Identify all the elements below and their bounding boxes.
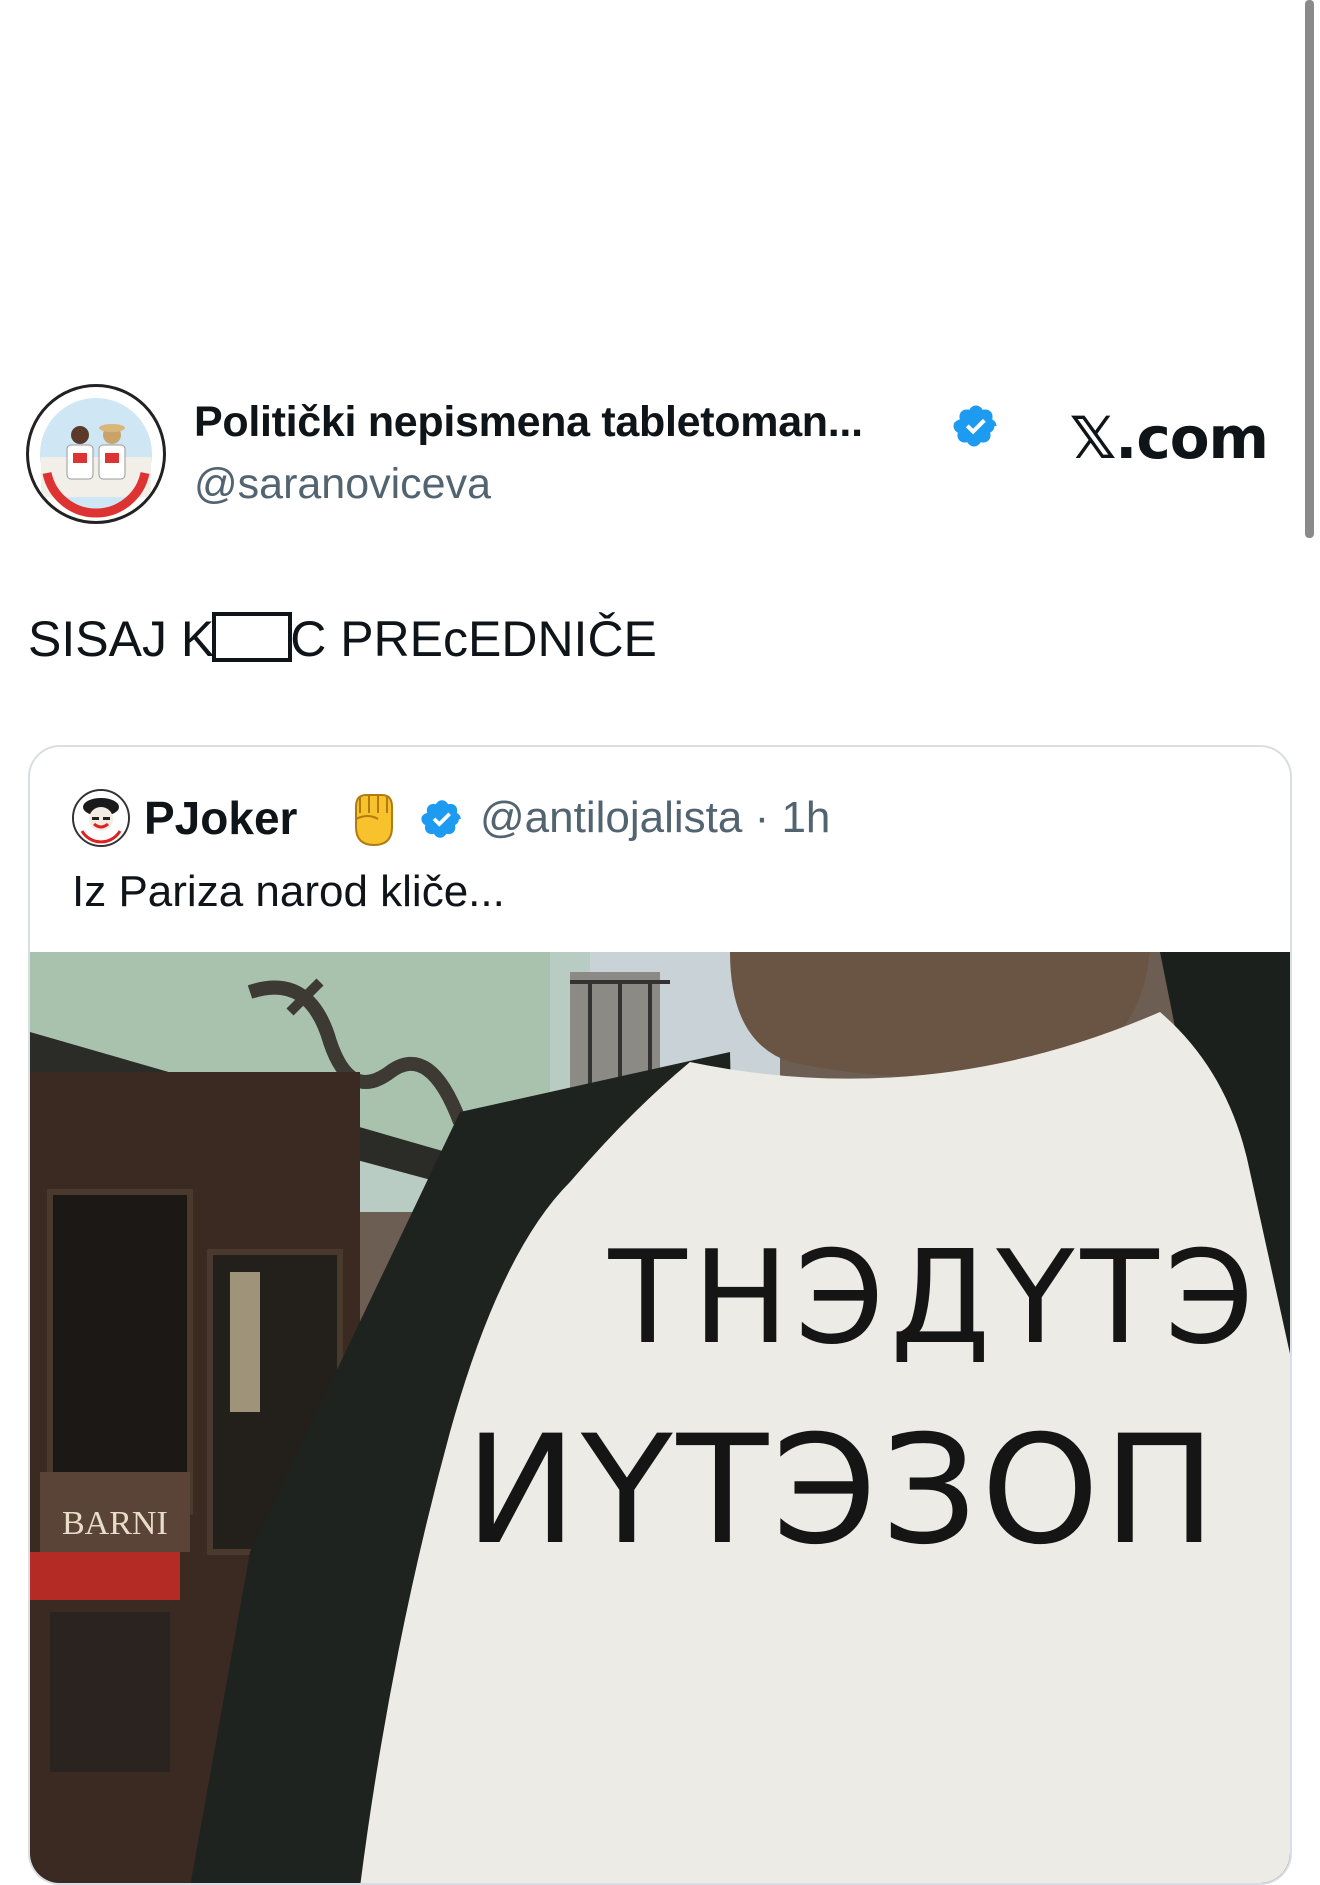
tweet-header: Politički nepismena tabletoman... @saran… bbox=[0, 380, 1320, 540]
verified-badge-icon bbox=[953, 405, 997, 447]
site-logo: 𝕏.com bbox=[1069, 404, 1269, 472]
quoted-tweet-header: PJoker @antilojalista · 1h bbox=[72, 787, 1252, 849]
quoted-tweet-photo[interactable]: BARNI ТНЭДҮТЭ ИҮТЭЗОП bbox=[30, 952, 1290, 1883]
user-handle[interactable]: @saranoviceva bbox=[194, 460, 491, 509]
raised-fist-icon bbox=[355, 794, 393, 847]
quoted-avatar[interactable] bbox=[72, 789, 130, 847]
quoted-tweet-text: Iz Pariza narod kliče... bbox=[72, 867, 505, 916]
tweet-text-end: C PREcEDNIČE bbox=[290, 611, 657, 667]
quoted-verified-badge-icon bbox=[421, 800, 461, 838]
quoted-handle-time[interactable]: @antilojalista · 1h bbox=[480, 793, 830, 843]
tweet-text: SISAJ K C PREcEDNIČE bbox=[28, 610, 657, 668]
shirt-text-line2: ИҮТЭЗОП bbox=[465, 1404, 1220, 1578]
profile-avatar[interactable] bbox=[26, 384, 166, 524]
tweet-text-start: SISAJ K bbox=[28, 611, 215, 667]
censor-box bbox=[212, 612, 293, 662]
quoted-tweet-card[interactable]: PJoker @antilojalista · 1h Iz Pariza nar… bbox=[28, 745, 1292, 1885]
shirt-text-line1: ТНЭДҮТЭ bbox=[607, 1224, 1260, 1373]
display-name[interactable]: Politički nepismena tabletoman... bbox=[194, 398, 863, 447]
quoted-display-name[interactable]: PJoker bbox=[144, 791, 297, 845]
storefront-sign-text: BARNI bbox=[62, 1505, 168, 1542]
